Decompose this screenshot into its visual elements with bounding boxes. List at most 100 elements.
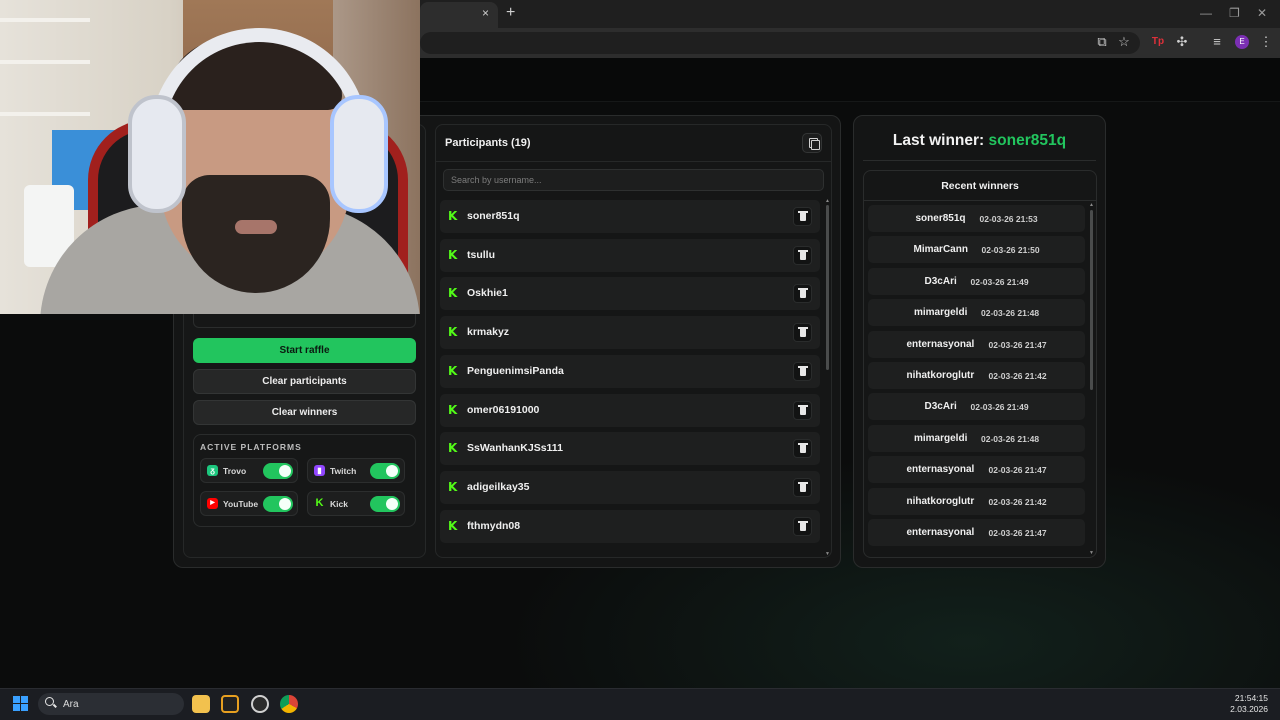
- new-tab-icon[interactable]: +: [506, 4, 515, 22]
- divider: [863, 160, 1096, 161]
- tab-close-icon[interactable]: ×: [482, 6, 489, 20]
- participant-search-input[interactable]: [443, 169, 824, 191]
- last-winner-label: Last winner:: [892, 132, 985, 149]
- trash-icon[interactable]: [793, 439, 812, 459]
- puzzle-icon[interactable]: ✣: [1174, 34, 1190, 50]
- participant-row: K SsWanhanKJSs111: [440, 432, 820, 466]
- webcam-overlay: [0, 0, 420, 314]
- scroll-down-icon[interactable]: ▼: [1089, 550, 1094, 556]
- winner-name: MimarCann: [913, 244, 968, 256]
- winner-row: D3cAri 02-03-26 21:49: [868, 267, 1085, 295]
- winner-time: 02-03-26 21:48: [981, 433, 1040, 444]
- winner-row: mimargeldi 02-03-26 21:48: [868, 424, 1085, 452]
- extension-icon[interactable]: Tp: [1150, 34, 1166, 50]
- trovo-toggle[interactable]: [263, 463, 293, 479]
- winners-scrollbar[interactable]: [1090, 210, 1093, 390]
- participant-name: SsWanhanKJSs111: [467, 442, 563, 455]
- kick-icon: K: [448, 286, 458, 301]
- profile-icon[interactable]: E: [1235, 35, 1249, 49]
- participant-name: PenguenimsiPanda: [467, 364, 564, 377]
- scroll-up-icon[interactable]: ▲: [825, 198, 830, 204]
- chrome-icon[interactable]: [280, 695, 298, 713]
- winner-name: enternasyonal: [906, 464, 975, 476]
- star-icon[interactable]: ☆: [1116, 34, 1132, 50]
- trash-icon[interactable]: [793, 323, 812, 343]
- last-winner-heading: Last winner: soner851q: [853, 132, 1106, 150]
- winner-name: mimargeldi: [914, 307, 968, 319]
- translate-icon[interactable]: ⧉: [1094, 34, 1110, 50]
- start-raffle-button[interactable]: Start raffle: [193, 338, 416, 363]
- platform-label: Trovo: [223, 466, 247, 476]
- winner-row: nihatkoroglutr 02-03-26 21:42: [868, 362, 1085, 389]
- winner-time: 02-03-26 21:47: [988, 528, 1047, 538]
- minimize-icon[interactable]: —: [1200, 6, 1212, 20]
- last-winner-name: soner851q: [988, 132, 1067, 149]
- trash-icon[interactable]: [793, 516, 812, 536]
- divider: [436, 161, 831, 162]
- winner-row: MimarCann 02-03-26 21:50: [868, 236, 1085, 264]
- participant-row: Ksoner851q: [440, 200, 820, 233]
- winner-time: 02-03-26 21:42: [988, 496, 1047, 507]
- trash-icon[interactable]: [793, 477, 812, 497]
- winner-name: D3cAri: [924, 401, 957, 413]
- scroll-up-icon[interactable]: ▲: [1089, 202, 1094, 208]
- clear-winners-button[interactable]: Clear winners: [193, 400, 416, 425]
- winner-row: nihatkoroglutr 02-03-26 21:42: [868, 487, 1085, 515]
- platform-kick: K Kick: [307, 491, 405, 516]
- scroll-down-icon[interactable]: ▼: [825, 551, 830, 557]
- media-icon[interactable]: ≡: [1209, 34, 1225, 50]
- participant-name: omer06191000: [467, 403, 540, 416]
- platform-youtube: ▶ YouTube: [200, 491, 298, 516]
- participant-name: fthmydn08: [467, 519, 521, 532]
- youtube-toggle[interactable]: [263, 496, 293, 512]
- winner-row: enternasyonal 02-03-26 21:47: [868, 330, 1085, 358]
- taskbar-search-text: Ara: [63, 699, 79, 710]
- copy-icon[interactable]: [802, 133, 822, 153]
- trash-icon[interactable]: [793, 400, 812, 420]
- webcam-person-mouth: [235, 220, 277, 234]
- windows-start-icon[interactable]: [13, 696, 29, 712]
- participants-title: Participants (19): [445, 137, 531, 149]
- platform-twitch: ▮ Twitch: [307, 458, 405, 483]
- participant-row: Kadigeilkay35: [440, 470, 820, 504]
- kick-icon: K: [448, 209, 458, 223]
- file-explorer-icon[interactable]: [192, 695, 210, 713]
- kick-toggle[interactable]: [370, 496, 400, 512]
- address-bar[interactable]: [420, 32, 1140, 54]
- trash-icon[interactable]: [793, 361, 812, 381]
- close-window-icon[interactable]: ✕: [1257, 6, 1267, 20]
- winner-time: 02-03-26 21:48: [981, 308, 1040, 319]
- trash-icon[interactable]: [793, 245, 812, 265]
- restore-icon[interactable]: ❐: [1229, 6, 1240, 20]
- menu-icon[interactable]: ⋮: [1258, 34, 1274, 50]
- app-gear-icon[interactable]: [251, 695, 269, 713]
- winner-time: 02-03-26 21:50: [981, 245, 1040, 256]
- webcam-headphone-left: [128, 95, 186, 213]
- twitch-toggle[interactable]: [370, 463, 400, 479]
- controls-card-edge: [193, 312, 416, 328]
- platform-label: YouTube: [223, 499, 259, 509]
- system-clock[interactable]: 21:54:15 2.03.2026: [1230, 693, 1268, 715]
- participant-row: Ktsullu: [440, 238, 820, 272]
- winner-name: nihatkoroglutr: [906, 495, 975, 507]
- participant-name: Oskhie1: [467, 287, 508, 300]
- winner-row: D3cAri 02-03-26 21:49: [868, 393, 1085, 421]
- clear-participants-button[interactable]: Clear participants: [193, 369, 416, 394]
- kick-icon: K: [448, 518, 458, 533]
- winner-time: 02-03-26 21:47: [988, 339, 1047, 350]
- trash-icon[interactable]: [793, 207, 812, 226]
- winner-row: enternasyonal 02-03-26 21:47: [868, 519, 1085, 546]
- trash-icon[interactable]: [793, 284, 812, 304]
- winner-name: D3cAri: [924, 275, 957, 287]
- platform-trovo: ᵹ Trovo: [200, 458, 298, 483]
- kick-icon: K: [315, 497, 324, 509]
- app-r-icon[interactable]: [221, 695, 239, 713]
- recent-winners-title: Recent winners: [941, 180, 1019, 192]
- clock-time: 21:54:15: [1234, 693, 1268, 703]
- webcam-headphone-right: [330, 95, 388, 213]
- taskbar-search[interactable]: [38, 693, 184, 715]
- participants-scrollbar[interactable]: [826, 205, 829, 370]
- participant-name: krmakyz: [467, 326, 510, 339]
- platform-label: Twitch: [330, 466, 357, 476]
- kick-icon: K: [448, 247, 458, 262]
